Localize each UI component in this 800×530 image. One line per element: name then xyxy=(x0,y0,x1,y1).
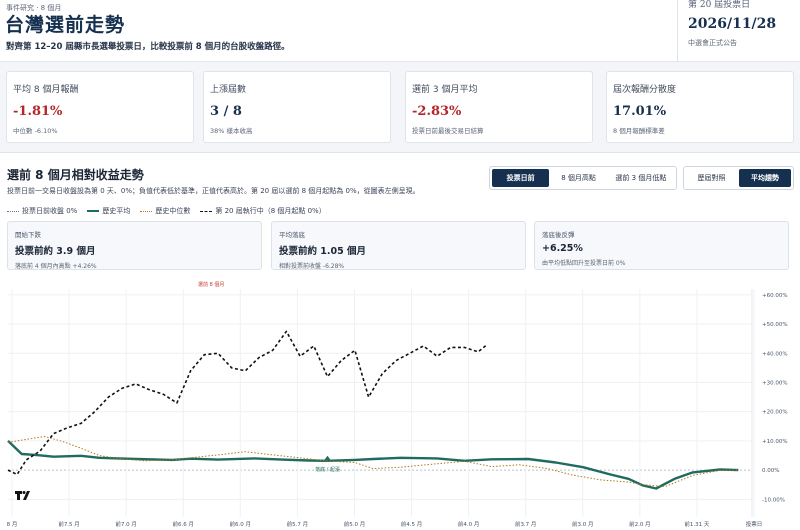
page-header: 事件研究 · 8 個月 台灣選前走勢 對齊第 12–20 屆縣市長選舉投票日，比… xyxy=(0,0,800,62)
y-tick-label: +10.00% xyxy=(762,439,788,445)
legend-swatch xyxy=(140,210,153,212)
stat-card-value: 17.01% xyxy=(613,104,667,119)
x-tick-label: 前7.5 月 xyxy=(58,520,80,528)
x-tick-label: 投票日 xyxy=(746,520,763,528)
stat-card-value: -1.81% xyxy=(13,104,63,119)
tradingview-logo-icon xyxy=(15,491,30,500)
chart-panel: 選前 8 個月相對收益走勢 投票日前一交易日收盤設為第 0 天、0%；負值代表低… xyxy=(0,152,800,530)
chart-panel-title: 選前 8 個月相對收益走勢 xyxy=(7,168,144,182)
legend-label: 歷史平均 xyxy=(102,207,131,215)
x-tick-label: 前5.0 月 xyxy=(344,520,366,528)
chart-top-note: 選前 8 個月 xyxy=(198,282,225,288)
y-tick-label: +20.00% xyxy=(762,410,788,416)
x-tick-label: 前2.0 月 xyxy=(629,520,651,528)
y-tick-label: +60.00% xyxy=(762,293,788,299)
legend-label: 投票日前收盤 0% xyxy=(22,207,78,215)
insight-card-value: 投票前約 1.05 個月 xyxy=(279,246,367,257)
vote-date-label: 第 20 屆投票日 xyxy=(688,0,751,10)
stat-card-title: 屆次報酬分散度 xyxy=(613,85,677,95)
legend-item-baseline: 投票日前收盤 0% xyxy=(7,206,77,216)
stat-card-title: 上漲屆數 xyxy=(210,85,247,95)
series-line xyxy=(7,440,739,490)
x-tick-label: 8 月 xyxy=(7,521,18,528)
legend-swatch xyxy=(87,210,100,212)
anchor-toggle-group: 投票日前 8 個月高點 選前 3 個月低點 xyxy=(489,166,677,190)
insight-card-title: 開始下跌 xyxy=(15,231,41,239)
insight-card-avg-bottom: 平均落底 投票前約 1.05 個月 相對投票前收盤 -6.28% xyxy=(271,221,526,270)
x-tick-label: 前3.7 月 xyxy=(515,520,537,528)
stat-card-title: 平均 8 個月報酬 xyxy=(13,85,79,95)
legend-item-current: 第 20 屆執行中（8 個月起點 0%） xyxy=(200,206,326,216)
stat-card-dispersion: 屆次報酬分散度 17.01% 8 個月報酬標準差 xyxy=(606,71,794,143)
rebound-marker-icon xyxy=(324,455,331,460)
toggle-anchor-vote-day[interactable]: 投票日前 xyxy=(492,169,550,187)
vote-date-box: 第 20 屆投票日 2026/11/28 中選會正式公告 xyxy=(677,0,800,62)
insight-card-sub: 相對投票前收盤 -6.28% xyxy=(279,263,345,270)
insight-card-title: 落底後反彈 xyxy=(542,231,575,239)
insight-card-rebound: 落底後反彈 +6.25% 由平均低點回升至投票日前 0% xyxy=(534,221,789,270)
x-tick-label: 前4.5 月 xyxy=(401,520,423,528)
stat-card-value: -2.83% xyxy=(412,104,462,119)
y-tick-label: +30.00% xyxy=(762,380,788,386)
toggle-view-compare[interactable]: 歷屆對照 xyxy=(686,169,737,187)
x-tick-label: 前4.0 月 xyxy=(458,520,480,528)
y-tick-label: +50.00% xyxy=(762,322,788,328)
stat-card-avg-return: 平均 8 個月報酬 -1.81% 中位數 -6.10% xyxy=(6,71,194,143)
toggle-view-average[interactable]: 平均趨勢 xyxy=(739,169,791,187)
toggle-anchor-3m-low[interactable]: 選前 3 個月低點 xyxy=(608,169,674,187)
insight-card-title: 平均落底 xyxy=(279,231,305,239)
legend-label: 歷史中位數 xyxy=(155,207,191,215)
x-tick-label: 前7.0 月 xyxy=(115,520,137,528)
page-title: 台灣選前走勢 xyxy=(5,14,126,36)
insight-card-value: +6.25% xyxy=(542,243,583,254)
y-tick-label: +40.00% xyxy=(762,351,788,357)
legend-item-median: 歷史中位數 xyxy=(140,206,190,216)
chart-legend: 投票日前收盤 0% 歷史平均 歷史中位數 第 20 屆執行中（8 個月起點 0%… xyxy=(7,206,326,216)
x-tick-label: 前1.31 天 xyxy=(684,520,709,528)
page-subtitle: 對齊第 12–20 屆縣市長選舉投票日，比較投票前 8 個月的台股收盤路徑。 xyxy=(6,42,290,52)
legend-label: 第 20 屆執行中（8 個月起點 0%） xyxy=(215,207,326,215)
rebound-marker-label: 落底 / 起漲 xyxy=(315,466,340,473)
insight-card-value: 投票前約 3.9 個月 xyxy=(15,246,96,257)
stat-card-value: 3 / 8 xyxy=(210,104,242,119)
y-tick-label: 0.00% xyxy=(762,468,779,474)
stat-card-sub: 8 個月報酬標準差 xyxy=(613,127,665,135)
legend-item-average: 歷史平均 xyxy=(87,206,130,216)
legend-swatch xyxy=(200,210,213,212)
toggle-anchor-8m-high[interactable]: 8 個月高點 xyxy=(551,169,605,187)
stat-card-sub: 中位數 -6.10% xyxy=(13,127,58,135)
stat-card-title: 選前 3 個月平均 xyxy=(412,85,478,95)
vote-date-note: 中選會正式公告 xyxy=(688,39,737,47)
view-toggle-group: 歷屆對照 平均趨勢 xyxy=(683,166,794,190)
stat-card-sub: 38% 樣本收高 xyxy=(210,127,253,135)
chart-panel-description: 投票日前一交易日收盤設為第 0 天、0%；負值代表低於基準，正值代表高於。第 2… xyxy=(7,187,420,195)
y-tick-label: -10.00% xyxy=(762,497,785,503)
legend-swatch xyxy=(7,210,19,212)
insight-card-sub: 落底前 4 個月內高點 +4.26% xyxy=(15,263,97,270)
relative-return-chart[interactable]: 選前 8 個月 -10.00% 0.00% +10.00% +20.00% +30.00… xyxy=(0,281,800,530)
insight-card-decline-start: 開始下跌 投票前約 3.9 個月 落底前 4 個月內高點 +4.26% xyxy=(7,221,262,270)
stat-card-sub: 投票日前最後交易日結算 xyxy=(412,127,484,135)
stat-card-3m-avg: 選前 3 個月平均 -2.83% 投票日前最後交易日結算 xyxy=(405,71,593,143)
chart-svg: -10.00% 0.00% +10.00% +20.00% +30.00% +40.00%… xyxy=(7,289,788,528)
x-tick-label: 前6.6 月 xyxy=(172,520,194,528)
stat-card-up-count: 上漲屆數 3 / 8 38% 樣本收高 xyxy=(203,71,391,143)
x-tick-label: 前5.7 月 xyxy=(287,520,309,528)
x-tick-label: 前3.0 月 xyxy=(572,520,594,528)
insight-card-sub: 由平均低點回升至投票日前 0% xyxy=(542,260,626,267)
x-tick-label: 前6.0 月 xyxy=(230,520,252,528)
vote-date: 2026/11/28 xyxy=(688,16,777,32)
